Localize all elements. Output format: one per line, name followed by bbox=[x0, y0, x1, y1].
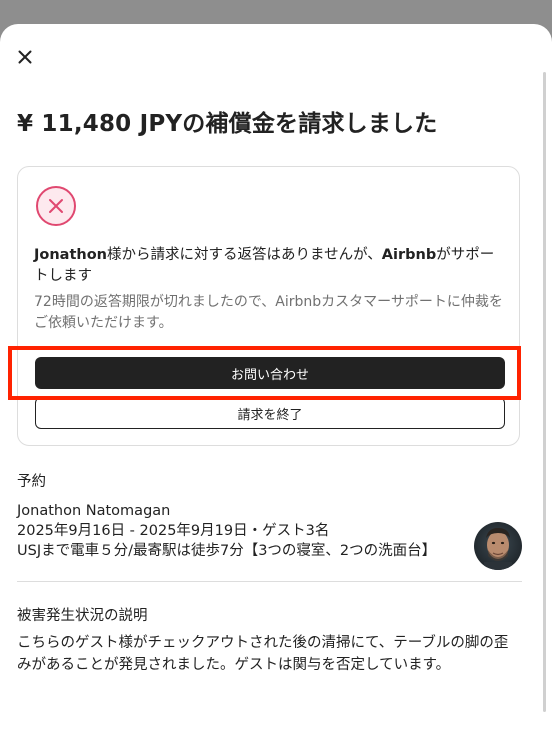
reservation-dates: 2025年9月16日 - 2025年9月19日・ゲスト3名 bbox=[17, 523, 330, 539]
status-card: Jonathon様から請求に対する返答はありませんが、Airbnbがサポートしま… bbox=[17, 166, 520, 446]
reservation-label: 予約 bbox=[17, 474, 46, 490]
page-title: ¥ 11,480 JPYの補償金を請求しました bbox=[17, 111, 438, 137]
claim-modal: ¥ 11,480 JPYの補償金を請求しました Jonathon様から請求に対す… bbox=[0, 24, 552, 744]
scrollbar[interactable] bbox=[543, 72, 546, 712]
avatar[interactable] bbox=[474, 522, 522, 570]
guest-first-name: Jonathon bbox=[34, 247, 108, 263]
reservation-details: Jonathon Natomagan 2025年9月16日 - 2025年9月1… bbox=[17, 501, 522, 561]
damage-label: 被害発生状況の説明 bbox=[17, 608, 148, 624]
brand-name: Airbnb bbox=[381, 247, 437, 263]
status-subtext: 72時間の返答期限が切れましたので、Airbnbカスタマーサポートに仲裁をご依頼… bbox=[34, 294, 503, 331]
reservation-section: 予約 Jonathon Natomagan 2025年9月16日 - 2025年… bbox=[17, 472, 522, 561]
damage-description: こちらのゲスト様がチェックアウトされた後の清掃にて、テーブルの脚の歪みがあること… bbox=[17, 635, 509, 673]
close-button[interactable] bbox=[12, 44, 38, 70]
guest-name: Jonathon Natomagan bbox=[17, 503, 171, 519]
status-heading: Jonathon様から請求に対する返答はありませんが、Airbnbがサポートしま… bbox=[34, 245, 504, 287]
status-heading-mid: 様から請求に対する返答はありませんが、 bbox=[107, 247, 382, 263]
x-circle-icon bbox=[36, 186, 76, 226]
close-icon bbox=[18, 50, 32, 64]
contact-us-button[interactable]: お問い合わせ bbox=[35, 357, 505, 389]
section-divider bbox=[17, 581, 522, 582]
end-claim-button[interactable]: 請求を終了 bbox=[35, 397, 505, 429]
damage-section: 被害発生状況の説明 こちらのゲスト様がチェックアウトされた後の清掃にて、テーブル… bbox=[17, 606, 522, 676]
listing-title: USJまで電車５分/最寄駅は徒歩7分【3つの寝室、2つの洗面台】 bbox=[17, 543, 437, 559]
